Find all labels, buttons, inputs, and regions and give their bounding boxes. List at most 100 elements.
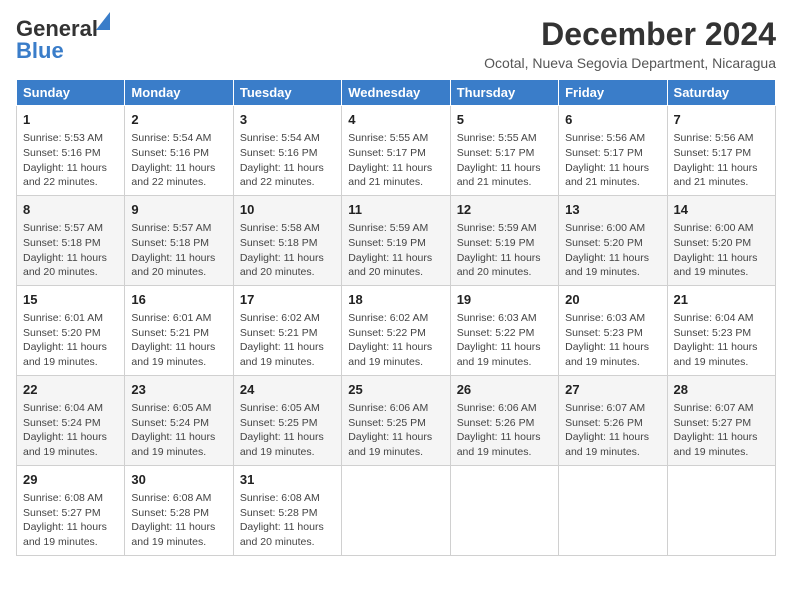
- day-info: Sunrise: 5:54 AM Sunset: 5:16 PM Dayligh…: [131, 131, 226, 190]
- day-info: Sunrise: 6:00 AM Sunset: 5:20 PM Dayligh…: [674, 221, 769, 280]
- calendar-cell: 16 Sunrise: 6:01 AM Sunset: 5:21 PM Dayli…: [125, 285, 233, 375]
- day-number: 4: [348, 111, 443, 129]
- day-info: Sunrise: 6:07 AM Sunset: 5:27 PM Dayligh…: [674, 401, 769, 460]
- calendar-cell: 27 Sunrise: 6:07 AM Sunset: 5:26 PM Dayli…: [559, 375, 667, 465]
- weekday-header-wednesday: Wednesday: [342, 80, 450, 106]
- day-number: 27: [565, 381, 660, 399]
- calendar-cell: 26Sunrise: 6:06 AM Sunset: 5:26 PM Dayli…: [450, 375, 558, 465]
- calendar-cell: 12 Sunrise: 5:59 AM Sunset: 5:19 PM Dayli…: [450, 195, 558, 285]
- day-number: 25: [348, 381, 443, 399]
- day-number: 1: [23, 111, 118, 129]
- day-info: Sunrise: 6:07 AM Sunset: 5:26 PM Dayligh…: [565, 401, 660, 460]
- calendar-cell: 21 Sunrise: 6:04 AM Sunset: 5:23 PM Dayli…: [667, 285, 775, 375]
- day-info: Sunrise: 5:54 AM Sunset: 5:16 PM Dayligh…: [240, 131, 335, 190]
- day-number: 22: [23, 381, 118, 399]
- calendar-cell: [559, 465, 667, 555]
- location-title: Ocotal, Nueva Segovia Department, Nicara…: [484, 55, 776, 71]
- day-number: 21: [674, 291, 769, 309]
- day-number: 15: [23, 291, 118, 309]
- calendar-cell: 29 Sunrise: 6:08 AM Sunset: 5:27 PM Dayli…: [17, 465, 125, 555]
- day-number: 10: [240, 201, 335, 219]
- calendar-cell: 25Sunrise: 6:06 AM Sunset: 5:25 PM Dayli…: [342, 375, 450, 465]
- logo-triangle-icon: [96, 12, 110, 30]
- calendar-cell: 20Sunrise: 6:03 AM Sunset: 5:23 PM Dayli…: [559, 285, 667, 375]
- calendar-cell: 28 Sunrise: 6:07 AM Sunset: 5:27 PM Dayli…: [667, 375, 775, 465]
- calendar-cell: 3 Sunrise: 5:54 AM Sunset: 5:16 PM Daylig…: [233, 106, 341, 196]
- calendar-cell: 18 Sunrise: 6:02 AM Sunset: 5:22 PM Dayli…: [342, 285, 450, 375]
- day-info: Sunrise: 5:58 AM Sunset: 5:18 PM Dayligh…: [240, 221, 335, 280]
- calendar-cell: 15Sunrise: 6:01 AM Sunset: 5:20 PM Dayli…: [17, 285, 125, 375]
- day-info: Sunrise: 6:05 AM Sunset: 5:24 PM Dayligh…: [131, 401, 226, 460]
- day-number: 19: [457, 291, 552, 309]
- weekday-header-friday: Friday: [559, 80, 667, 106]
- day-number: 5: [457, 111, 552, 129]
- calendar-week-row: 1 Sunrise: 5:53 AM Sunset: 5:16 PM Daylig…: [17, 106, 776, 196]
- logo-general: General: [16, 16, 98, 41]
- day-number: 3: [240, 111, 335, 129]
- day-info: Sunrise: 6:04 AM Sunset: 5:24 PM Dayligh…: [23, 401, 118, 460]
- day-info: Sunrise: 6:04 AM Sunset: 5:23 PM Dayligh…: [674, 311, 769, 370]
- day-number: 6: [565, 111, 660, 129]
- day-info: Sunrise: 5:57 AM Sunset: 5:18 PM Dayligh…: [23, 221, 118, 280]
- day-info: Sunrise: 6:03 AM Sunset: 5:23 PM Dayligh…: [565, 311, 660, 370]
- day-info: Sunrise: 5:53 AM Sunset: 5:16 PM Dayligh…: [23, 131, 118, 190]
- day-number: 29: [23, 471, 118, 489]
- logo: General Blue: [16, 16, 98, 64]
- day-number: 11: [348, 201, 443, 219]
- calendar-cell: 13Sunrise: 6:00 AM Sunset: 5:20 PM Dayli…: [559, 195, 667, 285]
- day-number: 12: [457, 201, 552, 219]
- calendar-cell: 17 Sunrise: 6:02 AM Sunset: 5:21 PM Dayli…: [233, 285, 341, 375]
- calendar-cell: 1 Sunrise: 5:53 AM Sunset: 5:16 PM Daylig…: [17, 106, 125, 196]
- day-number: 14: [674, 201, 769, 219]
- calendar-cell: 30 Sunrise: 6:08 AM Sunset: 5:28 PM Dayli…: [125, 465, 233, 555]
- calendar-cell: 23 Sunrise: 6:05 AM Sunset: 5:24 PM Dayli…: [125, 375, 233, 465]
- calendar-cell: 11 Sunrise: 5:59 AM Sunset: 5:19 PM Dayli…: [342, 195, 450, 285]
- calendar-cell: 8 Sunrise: 5:57 AM Sunset: 5:18 PM Daylig…: [17, 195, 125, 285]
- day-info: Sunrise: 5:55 AM Sunset: 5:17 PM Dayligh…: [348, 131, 443, 190]
- day-info: Sunrise: 6:02 AM Sunset: 5:22 PM Dayligh…: [348, 311, 443, 370]
- day-number: 28: [674, 381, 769, 399]
- calendar-cell: 4 Sunrise: 5:55 AM Sunset: 5:17 PM Daylig…: [342, 106, 450, 196]
- day-info: Sunrise: 6:01 AM Sunset: 5:21 PM Dayligh…: [131, 311, 226, 370]
- day-info: Sunrise: 6:05 AM Sunset: 5:25 PM Dayligh…: [240, 401, 335, 460]
- calendar-cell: 5Sunrise: 5:55 AM Sunset: 5:17 PM Daylig…: [450, 106, 558, 196]
- calendar-cell: [342, 465, 450, 555]
- day-number: 24: [240, 381, 335, 399]
- day-info: Sunrise: 6:08 AM Sunset: 5:27 PM Dayligh…: [23, 491, 118, 550]
- weekday-header-sunday: Sunday: [17, 80, 125, 106]
- day-number: 23: [131, 381, 226, 399]
- day-number: 9: [131, 201, 226, 219]
- day-number: 18: [348, 291, 443, 309]
- calendar-week-row: 22 Sunrise: 6:04 AM Sunset: 5:24 PM Dayli…: [17, 375, 776, 465]
- calendar-cell: 2Sunrise: 5:54 AM Sunset: 5:16 PM Daylig…: [125, 106, 233, 196]
- day-info: Sunrise: 6:06 AM Sunset: 5:26 PM Dayligh…: [457, 401, 552, 460]
- calendar-cell: [450, 465, 558, 555]
- day-info: Sunrise: 5:57 AM Sunset: 5:18 PM Dayligh…: [131, 221, 226, 280]
- weekday-header-saturday: Saturday: [667, 80, 775, 106]
- day-info: Sunrise: 6:02 AM Sunset: 5:21 PM Dayligh…: [240, 311, 335, 370]
- calendar-cell: 6 Sunrise: 5:56 AM Sunset: 5:17 PM Daylig…: [559, 106, 667, 196]
- day-number: 17: [240, 291, 335, 309]
- month-title: December 2024: [484, 16, 776, 53]
- calendar-cell: 14 Sunrise: 6:00 AM Sunset: 5:20 PM Dayli…: [667, 195, 775, 285]
- calendar-week-row: 15Sunrise: 6:01 AM Sunset: 5:20 PM Dayli…: [17, 285, 776, 375]
- calendar-cell: [667, 465, 775, 555]
- calendar-cell: 9 Sunrise: 5:57 AM Sunset: 5:18 PM Daylig…: [125, 195, 233, 285]
- day-number: 8: [23, 201, 118, 219]
- day-info: Sunrise: 6:03 AM Sunset: 5:22 PM Dayligh…: [457, 311, 552, 370]
- day-info: Sunrise: 5:56 AM Sunset: 5:17 PM Dayligh…: [565, 131, 660, 190]
- weekday-header-monday: Monday: [125, 80, 233, 106]
- day-number: 16: [131, 291, 226, 309]
- day-number: 30: [131, 471, 226, 489]
- day-info: Sunrise: 5:59 AM Sunset: 5:19 PM Dayligh…: [348, 221, 443, 280]
- calendar-cell: 7Sunrise: 5:56 AM Sunset: 5:17 PM Daylig…: [667, 106, 775, 196]
- calendar-week-row: 29 Sunrise: 6:08 AM Sunset: 5:27 PM Dayli…: [17, 465, 776, 555]
- calendar-week-row: 8 Sunrise: 5:57 AM Sunset: 5:18 PM Daylig…: [17, 195, 776, 285]
- day-info: Sunrise: 6:08 AM Sunset: 5:28 PM Dayligh…: [131, 491, 226, 550]
- calendar-cell: 10 Sunrise: 5:58 AM Sunset: 5:18 PM Dayli…: [233, 195, 341, 285]
- calendar-table: SundayMondayTuesdayWednesdayThursdayFrid…: [16, 79, 776, 556]
- day-info: Sunrise: 5:59 AM Sunset: 5:19 PM Dayligh…: [457, 221, 552, 280]
- day-number: 31: [240, 471, 335, 489]
- calendar-cell: 19 Sunrise: 6:03 AM Sunset: 5:22 PM Dayli…: [450, 285, 558, 375]
- day-info: Sunrise: 5:56 AM Sunset: 5:17 PM Dayligh…: [674, 131, 769, 190]
